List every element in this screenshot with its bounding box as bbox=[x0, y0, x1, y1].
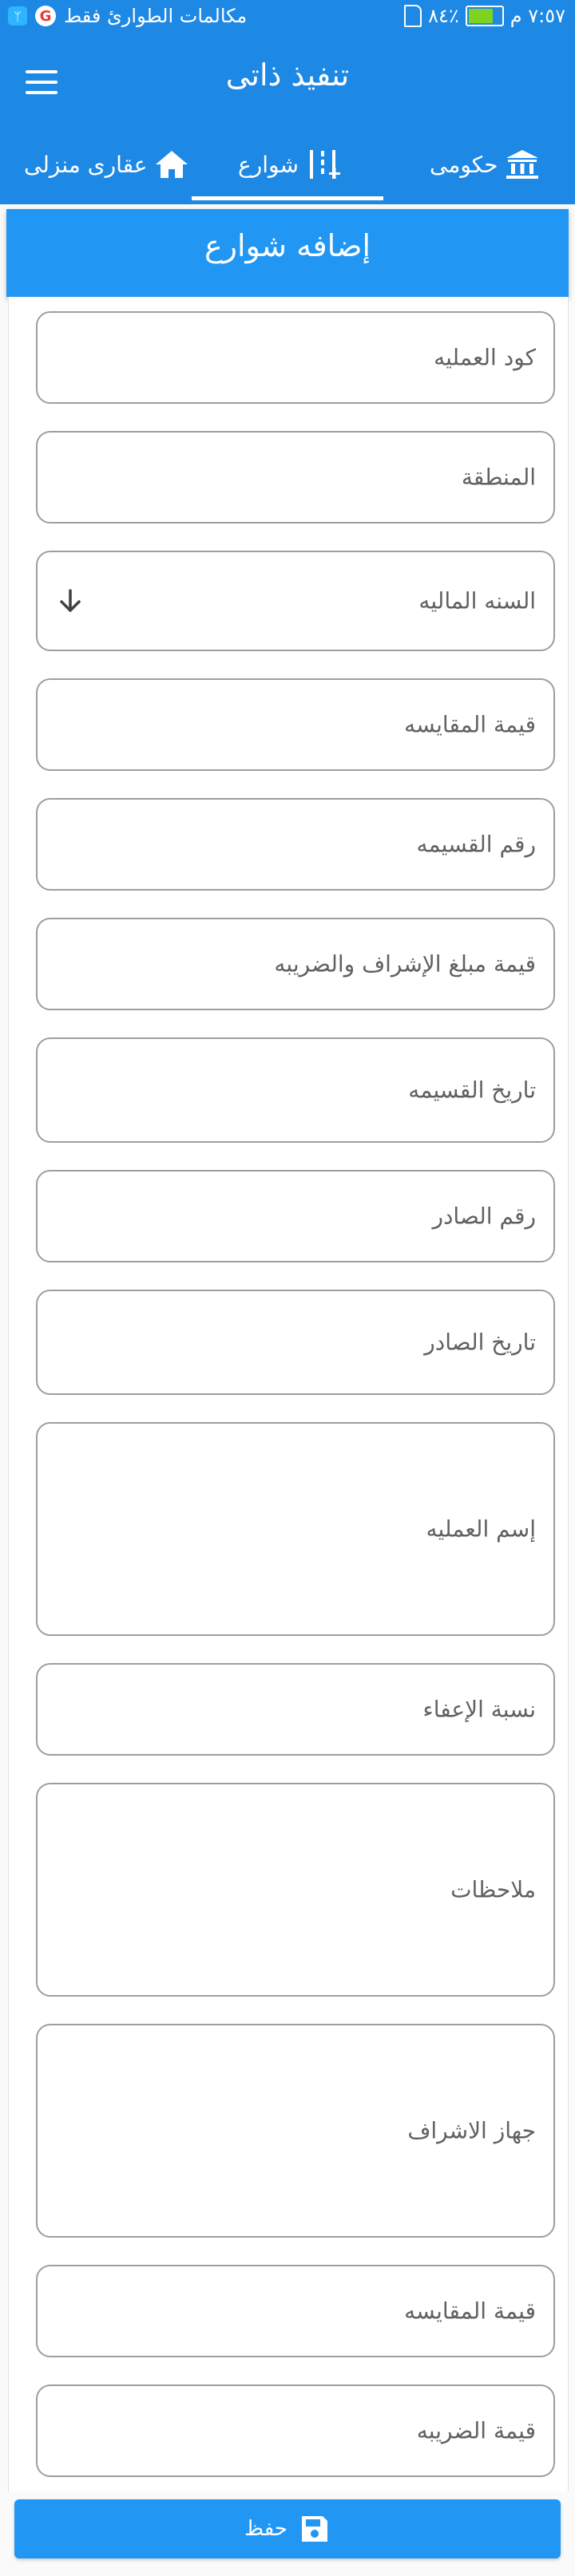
outgoing-number-field[interactable]: رقم الصادر bbox=[36, 1170, 555, 1262]
status-left: مكالمات الطوارئ فقط G ᛘ bbox=[8, 5, 247, 27]
tab-streets[interactable]: شوارع bbox=[238, 148, 340, 180]
region-field[interactable]: المنطقة bbox=[36, 431, 555, 523]
tab-label: حكومى bbox=[430, 151, 498, 178]
home-icon bbox=[154, 148, 189, 180]
save-icon bbox=[301, 2516, 327, 2542]
operation-code-field[interactable]: كود العمليه bbox=[36, 311, 555, 404]
tab-label: شوارع bbox=[238, 151, 299, 178]
fiscal-year-dropdown[interactable]: السنه الماليه bbox=[36, 551, 555, 651]
field-label: تاريخ الصادر bbox=[424, 1329, 536, 1356]
receipt-number-field[interactable]: رقم القسيمه bbox=[36, 798, 555, 891]
outgoing-date-field[interactable]: تاريخ الصادر bbox=[36, 1290, 555, 1395]
supervision-authority-field[interactable]: جهاز الاشراف bbox=[36, 2024, 555, 2238]
save-button[interactable]: حفظ bbox=[14, 2499, 561, 2558]
field-label: إسم العمليه bbox=[426, 1515, 536, 1543]
status-right: ٨٤٪ ٧:٥٧ م bbox=[404, 5, 565, 27]
carrier-text: مكالمات الطوارئ فقط bbox=[64, 5, 248, 27]
app-title: تنفيذ ذاتى bbox=[225, 57, 350, 93]
field-label: قيمة المقايسه bbox=[404, 2297, 536, 2325]
government-building-icon bbox=[505, 148, 540, 180]
estimate-value-field[interactable]: قيمة المقايسه bbox=[36, 678, 555, 771]
section-header: إضافه شوارع bbox=[6, 209, 569, 297]
receipt-date-field[interactable]: تاريخ القسيمه bbox=[36, 1037, 555, 1143]
section-title: إضافه شوارع bbox=[204, 228, 371, 263]
field-label: رقم القسيمه bbox=[416, 831, 536, 858]
arrow-down-icon bbox=[60, 589, 81, 612]
google-icon: G bbox=[35, 6, 56, 26]
field-label: جهاز الاشراف bbox=[407, 2117, 536, 2144]
notes-field[interactable]: ملاحظات bbox=[36, 1783, 555, 1997]
usb-icon: ᛘ bbox=[8, 6, 27, 26]
tax-value-field[interactable]: قيمة الضريبه bbox=[36, 2384, 555, 2477]
exemption-rate-field[interactable]: نسبة الإعفاء bbox=[36, 1663, 555, 1756]
tab-residential[interactable]: عقارى منزلى bbox=[24, 148, 189, 180]
supervision-tax-amount-field[interactable]: قيمة مبلغ الإشراف والضريبه bbox=[36, 918, 555, 1010]
battery-fill bbox=[468, 9, 493, 23]
tab-government[interactable]: حكومى bbox=[430, 148, 540, 180]
battery-percent: ٨٤٪ bbox=[428, 5, 459, 27]
street-icon bbox=[305, 148, 340, 180]
field-label: السنه الماليه bbox=[418, 587, 536, 614]
field-label: قيمة مبلغ الإشراف والضريبه bbox=[274, 950, 536, 978]
tab-indicator bbox=[192, 196, 383, 200]
battery-icon bbox=[465, 6, 504, 26]
field-label: تاريخ القسيمه bbox=[408, 1077, 536, 1104]
field-label: قيمة المقايسه bbox=[404, 711, 536, 738]
status-time: ٧:٥٧ م bbox=[510, 5, 565, 27]
field-label: كود العمليه bbox=[434, 344, 536, 371]
status-bar: مكالمات الطوارئ فقط G ᛘ ٨٤٪ ٧:٥٧ م bbox=[0, 0, 575, 37]
tab-bar: حكومى شوارع عقارى منزلى bbox=[0, 117, 575, 204]
operation-name-field[interactable]: إسم العمليه bbox=[36, 1422, 555, 1636]
estimate-value-field-2[interactable]: قيمة المقايسه bbox=[36, 2265, 555, 2357]
save-button-label: حفظ bbox=[244, 2517, 288, 2541]
field-label: ملاحظات bbox=[450, 1876, 536, 1903]
field-label: رقم الصادر bbox=[432, 1203, 536, 1230]
field-label: المنطقة bbox=[461, 464, 536, 491]
form-card: كود العمليه المنطقة السنه الماليه قيمة ا… bbox=[8, 297, 569, 2491]
sim-icon bbox=[404, 5, 422, 27]
field-label: نسبة الإعفاء bbox=[422, 1696, 536, 1723]
field-label: قيمة الضريبه bbox=[416, 2417, 536, 2444]
tab-label: عقارى منزلى bbox=[24, 151, 148, 178]
